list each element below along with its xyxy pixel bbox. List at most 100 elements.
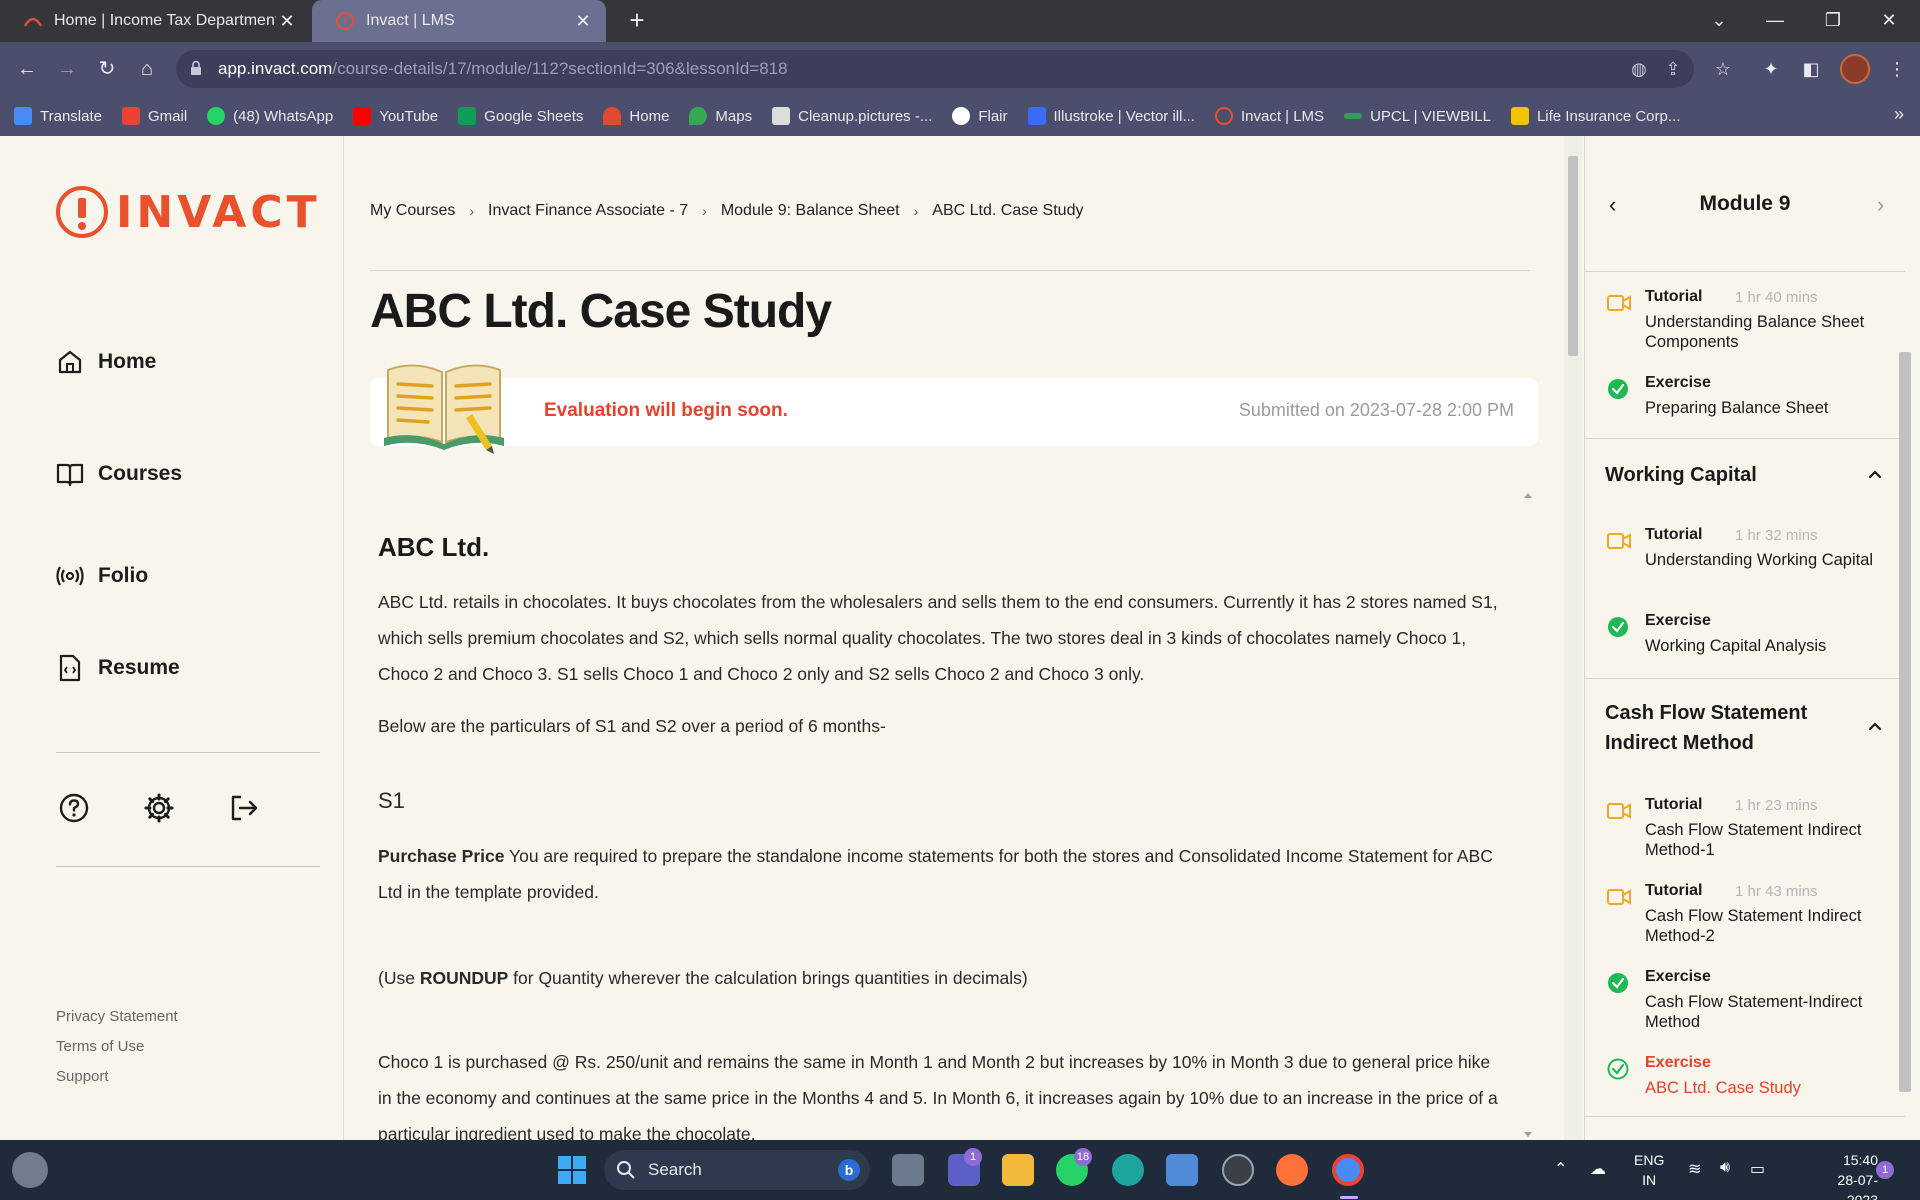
bookmark-item[interactable]: Life Insurance Corp...: [1510, 107, 1680, 125]
browser-tab-invact[interactable]: ! Invact | LMS ✕: [312, 0, 606, 42]
section-title-working-capital[interactable]: Working Capital: [1605, 460, 1885, 490]
close-tab-icon[interactable]: ✕: [572, 11, 594, 32]
sidebar-item-home[interactable]: Home: [56, 348, 156, 376]
content-heading: ABC Ltd.: [378, 532, 490, 562]
dell-icon[interactable]: [1222, 1154, 1254, 1186]
bookmark-item[interactable]: Flair: [952, 107, 1008, 125]
chevron-up-icon[interactable]: [1865, 464, 1885, 484]
battery-icon[interactable]: ▭: [1750, 1159, 1765, 1179]
settings-gear-icon[interactable]: [143, 792, 175, 824]
cookie-blocked-icon[interactable]: ◍: [1628, 59, 1650, 81]
close-window-icon[interactable]: ✕: [1866, 0, 1912, 42]
chevron-up-icon[interactable]: ⌃: [1554, 1159, 1567, 1179]
open-book-pencil-icon: [384, 364, 504, 454]
scrollbar-thumb[interactable]: [1568, 156, 1578, 356]
breadcrumb-my-courses[interactable]: My Courses: [370, 202, 455, 220]
bookmark-item[interactable]: Illustroke | Vector ill...: [1027, 107, 1195, 125]
forward-icon[interactable]: →: [52, 54, 82, 84]
browser-tab-income-tax[interactable]: Home | Income Tax Department ✕: [0, 0, 310, 42]
bookmark-item[interactable]: Cleanup.pictures -...: [772, 107, 932, 125]
address-toolbar: ← → ↻ ⌂ app.invact.com/course-details/17…: [0, 42, 1920, 96]
breadcrumb-module[interactable]: Module 9: Balance Sheet: [721, 202, 900, 220]
roundup-note: (Use ROUNDUP for Quantity wherever the c…: [378, 960, 1508, 996]
taskbar-search[interactable]: Search b: [604, 1150, 870, 1190]
tab-search-chevron-icon[interactable]: ⌄: [1696, 0, 1742, 42]
sidebar-divider: [56, 866, 320, 867]
reload-icon[interactable]: ↻: [92, 54, 122, 84]
teams-badge: 1: [964, 1148, 982, 1166]
lesson-name: Cash Flow Statement Indirect Method-1: [1645, 821, 1862, 859]
sidebar-item-resume[interactable]: Resume: [56, 654, 180, 682]
side-panel-icon[interactable]: ◧: [1798, 56, 1824, 82]
bookmark-item[interactable]: Translate: [14, 107, 102, 125]
choco1-paragraph: Choco 1 is purchased @ Rs. 250/unit and …: [378, 1052, 1498, 1140]
section-title-cash-flow[interactable]: Cash Flow Statement Indirect Method: [1605, 698, 1885, 758]
outline-scrollbar[interactable]: [1896, 272, 1916, 1118]
firefox-icon[interactable]: [1276, 1154, 1308, 1186]
minimize-icon[interactable]: —: [1752, 0, 1798, 42]
more-bookmarks-icon[interactable]: »: [1894, 104, 1904, 125]
page-title: ABC Ltd. Case Study: [370, 285, 832, 338]
invact-logo[interactable]: INVACT: [56, 186, 321, 238]
logout-icon[interactable]: [228, 792, 260, 824]
sidebar-item-folio[interactable]: Folio: [56, 562, 148, 590]
system-clock[interactable]: 15:40 28-07-2023: [1820, 1150, 1878, 1200]
terms-of-use-link[interactable]: Terms of Use: [56, 1038, 144, 1055]
breadcrumb: My Courses › Invact Finance Associate - …: [370, 202, 1083, 220]
chevron-right-icon[interactable]: ›: [1877, 192, 1884, 218]
book-icon: [56, 463, 84, 487]
sidebar-item-label: Home: [98, 350, 157, 373]
roundup-suffix: for Quantity wherever the calculation br…: [508, 968, 1028, 988]
breadcrumb-course[interactable]: Invact Finance Associate - 7: [488, 202, 688, 220]
page-scrollbar[interactable]: [1564, 136, 1582, 1140]
globe-icon: [952, 107, 971, 125]
language-indicator[interactable]: ENG IN: [1634, 1150, 1664, 1190]
check-circle-icon: [1608, 617, 1628, 637]
sidebar-item-courses[interactable]: Courses: [56, 460, 182, 488]
onedrive-cloud-icon[interactable]: ☁: [1590, 1159, 1606, 1179]
breadcrumb-current: ABC Ltd. Case Study: [932, 202, 1084, 219]
content-scrollbar[interactable]: [1520, 490, 1536, 1140]
weather-widget-icon[interactable]: [12, 1152, 48, 1188]
scrollbar-thumb[interactable]: [1899, 352, 1911, 1092]
support-link[interactable]: Support: [56, 1068, 109, 1085]
bookmark-star-icon[interactable]: ☆: [1710, 56, 1736, 82]
bookmark-item[interactable]: YouTube: [353, 107, 438, 125]
bookmark-item[interactable]: Google Sheets: [458, 107, 583, 125]
restore-icon[interactable]: ❐: [1810, 0, 1856, 42]
illustroke-icon: [1027, 107, 1046, 125]
file-explorer-icon[interactable]: [1002, 1154, 1034, 1186]
windows-start-icon[interactable]: [556, 1154, 588, 1186]
chevron-up-icon[interactable]: [1865, 716, 1885, 736]
purchase-price-paragraph: Purchase Price You are required to prepa…: [378, 838, 1508, 910]
case-study-content: ABC Ltd. ABC Ltd. retails in chocolates.…: [370, 490, 1520, 1140]
task-view-icon[interactable]: [892, 1154, 924, 1186]
menu-dots-icon[interactable]: ⋮: [1884, 56, 1910, 82]
profile-avatar[interactable]: [1840, 54, 1870, 84]
bookmark-item[interactable]: Gmail: [121, 107, 187, 125]
notification-badge[interactable]: 1: [1876, 1161, 1894, 1179]
home-button-icon[interactable]: ⌂: [132, 54, 162, 84]
intro-paragraph: ABC Ltd. retails in chocolates. It buys …: [378, 592, 1498, 684]
privacy-statement-link[interactable]: Privacy Statement: [56, 1008, 178, 1025]
extensions-icon[interactable]: ✦: [1758, 56, 1784, 82]
new-tab-icon[interactable]: +: [622, 6, 652, 36]
bookmark-item[interactable]: Invact | LMS: [1214, 107, 1324, 125]
bookmark-item[interactable]: UPCL | VIEWBILL: [1344, 108, 1491, 125]
help-icon[interactable]: [58, 792, 90, 824]
close-tab-icon[interactable]: ✕: [276, 11, 298, 32]
volume-icon[interactable]: 🔊︎: [1720, 1159, 1730, 1177]
bookmark-item[interactable]: (48) WhatsApp: [207, 107, 333, 125]
chrome-icon[interactable]: [1332, 1154, 1364, 1186]
bookmark-item[interactable]: Maps: [689, 107, 752, 125]
wifi-icon[interactable]: ≋: [1688, 1159, 1701, 1179]
back-icon[interactable]: ←: [12, 54, 42, 84]
bookmark-item[interactable]: Home: [603, 107, 669, 125]
sidebar-item-label: Folio: [98, 564, 149, 587]
share-icon[interactable]: ⇪: [1662, 59, 1684, 81]
url-bar[interactable]: app.invact.com/course-details/17/module/…: [176, 50, 1694, 88]
store-heading: S1: [378, 788, 405, 813]
bing-icon[interactable]: b: [838, 1159, 860, 1181]
edge-icon[interactable]: [1112, 1154, 1144, 1186]
store-icon[interactable]: [1166, 1154, 1198, 1186]
